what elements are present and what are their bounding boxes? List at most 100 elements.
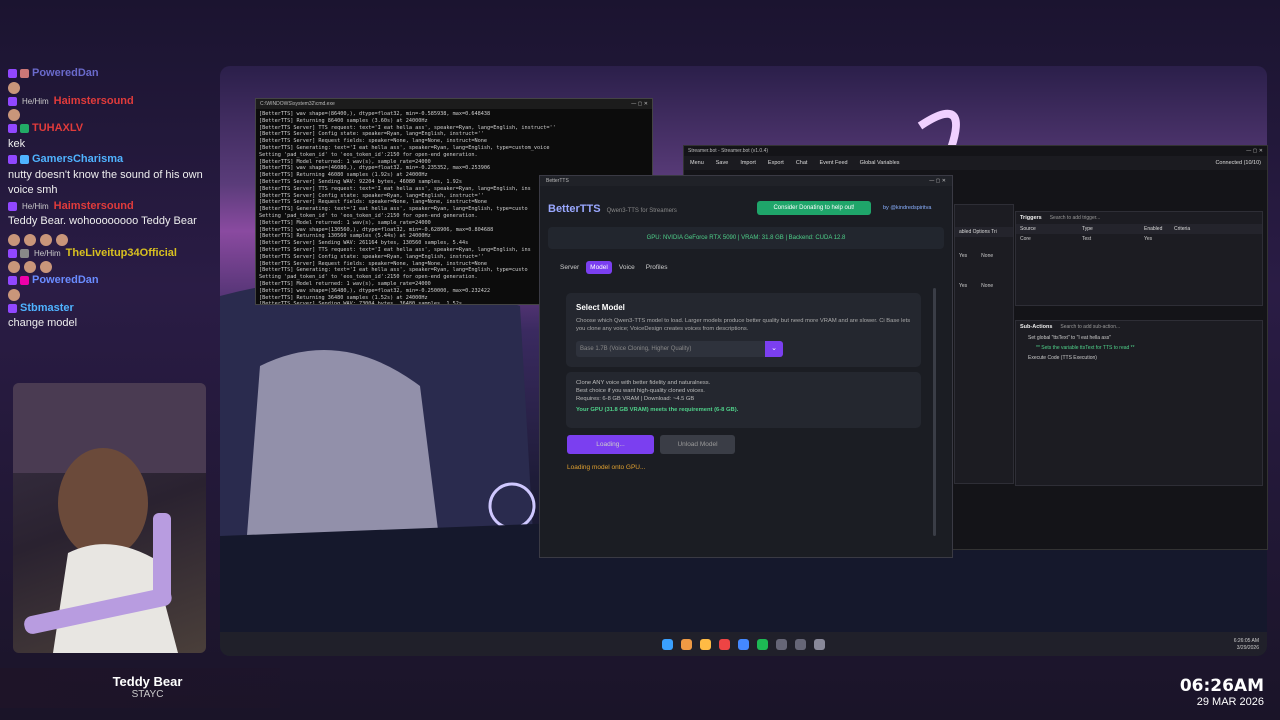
unload-model-button[interactable]: Unload Model (660, 435, 735, 454)
trigger-row[interactable]: Core Test Yes (1016, 234, 1262, 244)
author-link[interactable]: by @kindredspiritva (883, 205, 931, 211)
triggers-columns: Source Type Enabled Criteria (1016, 224, 1262, 234)
emote-icon (8, 261, 20, 273)
action-row[interactable]: Yes None (955, 251, 1013, 261)
emote-icon (24, 233, 36, 246)
chat-message: GamersCharisma (8, 152, 213, 168)
now-playing: Teddy Bear STAYC (0, 668, 280, 708)
model-dropdown[interactable]: Base 1.7B (Voice Cloning, Higher Quality… (576, 341, 783, 357)
app-icon[interactable] (719, 638, 730, 650)
chat-button[interactable]: Chat (796, 160, 808, 166)
bettertts-icon[interactable] (814, 638, 825, 650)
tab-server[interactable]: Server (556, 261, 583, 274)
window-controls[interactable]: — ▢ ✕ (631, 101, 648, 107)
menu-button[interactable]: Menu (690, 160, 704, 166)
terminal-line: [BetterTTS] Generating: text='I eat hell… (259, 144, 550, 151)
spotify-icon[interactable] (757, 638, 768, 650)
app-logo: BetterTTS (548, 203, 601, 215)
col-enabled: Enabled (1144, 226, 1163, 232)
badge-icon (8, 124, 17, 134)
chat-text: nutty doesn't know the sound of his own … (8, 168, 203, 197)
action-enabled: Yes (959, 253, 968, 259)
emote-icon (24, 261, 36, 273)
col-criteria: Criteria (1174, 226, 1191, 232)
triggers-search[interactable]: Search to add trigger... (1050, 215, 1101, 221)
tab-profiles[interactable]: Profiles (642, 261, 672, 274)
terminal-titlebar[interactable]: C:\WINDOWS\system32\cmd.exe — ▢ ✕ (256, 99, 652, 109)
system-tray: 6:26:05 AM 3/29/2026 (1234, 638, 1259, 652)
stream-clock: 06:26AM 29 MAR 2026 (1180, 676, 1264, 708)
clock-time: 06:26AM (1179, 676, 1264, 696)
tab-voice[interactable]: Voice (615, 261, 639, 274)
start-icon[interactable] (662, 638, 673, 650)
badge-icon (8, 96, 17, 106)
actions-columns: abled Options Tri (955, 227, 1013, 237)
bettertts-window-title: BetterTTS (546, 178, 569, 184)
window-controls[interactable]: — ▢ ✕ (1246, 148, 1263, 154)
info-line: Requires: 6-8 GB VRAM | Download: ~4.5 G… (576, 396, 695, 402)
app-icon[interactable] (776, 638, 787, 650)
emote-icon (8, 288, 20, 301)
tab-model[interactable]: Model (586, 261, 612, 274)
tray-time: 6:26:05 AM (1233, 638, 1259, 644)
badge-icon (20, 248, 29, 258)
chrome-icon[interactable] (681, 638, 692, 650)
global-variables-button[interactable]: Global Variables (860, 160, 900, 166)
chat-message: Stbmaster (8, 301, 213, 317)
subactions-search[interactable]: Search to add sub-action... (1060, 324, 1120, 330)
terminal-title: C:\WINDOWS\system32\cmd.exe (260, 101, 335, 107)
subactions-header: Sub-Actions Search to add sub-action... (1016, 321, 1262, 333)
chat-username: Haimstersound (53, 94, 134, 107)
action-row[interactable]: Yes None (955, 281, 1013, 291)
folder-icon[interactable] (700, 638, 711, 650)
chat-message (8, 81, 213, 94)
terminal-line: Setting 'pad_token_id' to 'eos_token_id'… (259, 151, 478, 158)
gpu-requirement-ok: Your GPU (31.8 GB VRAM) meets the requir… (576, 407, 739, 413)
chat-message: TUHAXLV (8, 121, 213, 137)
chat-message: PoweredDan (8, 66, 213, 82)
triggers-title: Triggers (1020, 215, 1042, 221)
subaction-comment[interactable]: ** Sets the variable ttsText for TTS to … (1016, 343, 1262, 353)
chat-username: TUHAXLV (32, 122, 84, 134)
webcam-feed (13, 383, 206, 653)
streamerbot-titlebar[interactable]: Streamer.bot - Streamer.bot (v1.0.4) — ▢… (684, 146, 1267, 156)
actions-panel: abled Options Tri Yes None Yes None (954, 204, 1014, 484)
subaction-item[interactable]: Execute Code (TTS Execution) (1016, 353, 1262, 363)
model-dropdown-value: Base 1.7B (Voice Cloning, Higher Quality… (580, 346, 692, 352)
scrollbar[interactable] (933, 288, 936, 536)
triggers-header: Triggers Search to add trigger... (1016, 212, 1262, 224)
chat-pronoun: He/Him (22, 201, 49, 211)
streamerbot-menubar: Menu Save Import Export Chat Event Feed … (684, 156, 1267, 170)
bettertts-titlebar[interactable]: BetterTTS — ▢ ✕ (540, 176, 952, 186)
badge-icon (8, 69, 17, 79)
donate-button[interactable]: Consider Donating to help out! (757, 201, 871, 215)
taskbar (220, 632, 1267, 656)
chat-message (8, 109, 213, 121)
badge-icon (8, 303, 17, 313)
badge-icon (20, 276, 29, 286)
terminal-line: [BetterTTS Server] Config state: speaker… (259, 131, 484, 138)
load-model-button[interactable]: Loading... (567, 435, 654, 454)
save-button[interactable]: Save (716, 160, 729, 166)
export-button[interactable]: Export (768, 160, 784, 166)
select-model-card: Select Model Choose which Qwen3-TTS mode… (566, 293, 921, 367)
chat-username: Stbmaster (20, 301, 74, 314)
window-controls[interactable]: — ▢ ✕ (929, 178, 946, 184)
event-feed-button[interactable]: Event Feed (819, 160, 847, 166)
chat-username: GamersCharisma (32, 153, 124, 165)
connection-status[interactable]: Connected (10/10) (1215, 160, 1261, 166)
badge-icon (20, 69, 29, 79)
app-subtitle: Qwen3-TTS for Streamers (606, 208, 677, 214)
info-line: Best choice if you want high-quality clo… (576, 388, 705, 394)
import-button[interactable]: Import (740, 160, 756, 166)
chat-username: PoweredDan (32, 274, 99, 286)
terminal-line: [BetterTTS Server] TTS request: text='I … (259, 124, 556, 131)
subactions-panel: Sub-Actions Search to add sub-action... S… (1015, 320, 1263, 486)
terminal-icon[interactable] (795, 638, 806, 650)
app-icon[interactable] (738, 638, 749, 650)
bettertts-window[interactable]: BetterTTS — ▢ ✕ BetterTTS Qwen3-TTS for … (539, 175, 953, 558)
chat-message: PoweredDan (8, 273, 213, 289)
emote-icon (40, 233, 52, 246)
chevron-down-icon[interactable]: ⌄ (765, 341, 783, 357)
subaction-item[interactable]: Set global "ttsText" to "I eat hella ass… (1016, 333, 1262, 343)
